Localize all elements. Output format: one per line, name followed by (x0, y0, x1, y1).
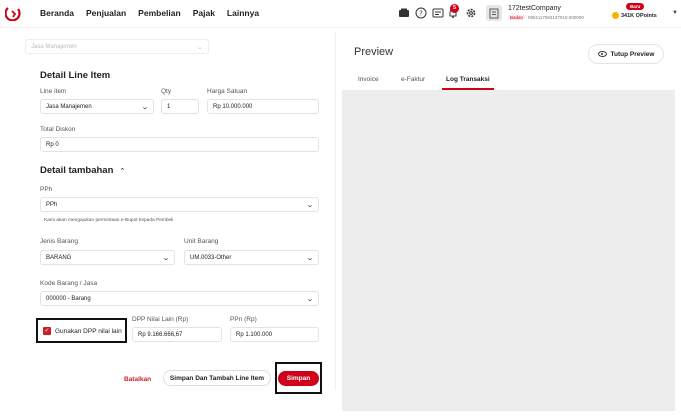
wallet-icon[interactable] (398, 7, 410, 19)
kode-barang-select[interactable]: 000000 - Barang ⌄ (40, 291, 319, 306)
nav-pajak[interactable]: Pajak (193, 8, 215, 18)
detail-tambahan-toggle[interactable]: Detail tambahan ⌃ (40, 165, 125, 176)
dpp-nilai-lain-checkbox-label[interactable]: Gunakan DPP nilai lain (55, 328, 122, 335)
detail-line-item-heading: Detail Line Item (40, 70, 111, 81)
top-navbar: Beranda Penjualan Pembelian Pajak Lainny… (0, 0, 681, 28)
qty-input[interactable]: 1 (161, 99, 199, 114)
previous-item-value: Jasa Manajemen (31, 43, 77, 50)
line-item-select[interactable]: Jasa Manajemen ⌄ (40, 99, 154, 114)
dpp-nilai-lain-input[interactable]: Rp 9.166.666,67 (132, 327, 222, 342)
app-logo-icon[interactable] (5, 5, 21, 21)
unit-barang-select[interactable]: UM.0033-Other ⌄ (184, 250, 319, 265)
cancel-button[interactable]: Batalkan (124, 376, 151, 383)
ppn-label: PPn (Rp) (230, 316, 257, 323)
save-and-add-button[interactable]: Simpan Dan Tambah Line Item (163, 370, 271, 386)
unit-barang-value: UM.0033-Other (190, 254, 232, 261)
detail-tambahan-heading: Detail tambahan (40, 165, 114, 176)
total-diskon-input[interactable]: Rp 0 (40, 137, 319, 152)
dpp-nilai-lain-value: Rp 9.166.666,67 (138, 331, 183, 338)
notification-badge: 5 (450, 4, 459, 13)
coin-icon (612, 12, 619, 19)
close-preview-label: Tutup Preview (610, 50, 655, 58)
chevron-down-icon: ⌄ (141, 103, 149, 111)
dpp-nilai-lain-label: DPP Nilai Lain (Rp) (132, 316, 189, 323)
line-item-value: Jasa Manajemen (46, 103, 92, 110)
company-type-tag: Badan (508, 15, 526, 20)
chevron-up-icon: ⌃ (119, 167, 126, 175)
total-diskon-label: Total Diskon (40, 126, 76, 133)
unit-barang-label: Unit Barang (184, 238, 219, 245)
opoints-display[interactable]: 341K OPoints (612, 12, 657, 19)
ppn-input[interactable]: Rp 1.100.000 (230, 327, 319, 342)
nav-penjualan[interactable]: Penjualan (86, 8, 126, 18)
chevron-down-icon: ⌄ (306, 295, 314, 303)
jenis-barang-select[interactable]: BARANG ⌄ (40, 250, 175, 265)
chevron-down-icon: ⌄ (306, 201, 314, 209)
qty-label: Qty (161, 88, 172, 95)
kode-barang-value: 000000 - Barang (46, 295, 91, 302)
pph-note: Kami akan mengajukan permintaan e-Bupot … (44, 218, 174, 223)
opoints-label: 341K OPoints (621, 12, 657, 19)
preview-content-area (342, 90, 675, 411)
company-subinfo: Badan 0951117993137010-000000 (508, 15, 584, 20)
qty-value: 1 (167, 103, 171, 110)
jenis-barang-value: BARANG (46, 254, 72, 261)
save-button[interactable]: Simpan (278, 371, 319, 386)
document-icon[interactable] (432, 7, 444, 19)
nav-beranda[interactable]: Beranda (40, 8, 74, 18)
company-name[interactable]: 172testCompany (508, 5, 561, 12)
preview-title: Preview (354, 46, 394, 58)
jenis-barang-label: Jenis Barang (40, 238, 78, 245)
gear-icon[interactable] (465, 7, 477, 19)
tab-efaktur[interactable]: e-Faktur (401, 76, 425, 83)
ppn-value: Rp 1.100.000 (236, 331, 273, 338)
pph-select[interactable]: PPh ⌄ (40, 197, 319, 212)
pph-value: PPh (46, 201, 58, 208)
nav-pembelian[interactable]: Pembelian (138, 8, 181, 18)
account-dropdown-icon[interactable]: ▼ (672, 10, 678, 16)
tab-log-transaksi[interactable]: Log Transaksi (446, 76, 490, 83)
pph-label: PPh (40, 186, 53, 193)
chevron-down-icon: ⌄ (196, 43, 204, 51)
help-icon[interactable]: ? (415, 7, 427, 19)
svg-text:?: ? (419, 10, 423, 18)
dpp-nilai-lain-checkbox[interactable]: ✓ (43, 327, 51, 335)
new-badge: Baru (626, 3, 645, 10)
nav-lainnya[interactable]: Lainnya (227, 8, 259, 18)
close-preview-button[interactable]: Tutup Preview (588, 44, 664, 64)
kode-barang-label: Kode Barang / Jasa (40, 280, 98, 287)
eye-icon (597, 51, 607, 57)
line-item-label: Line item (40, 88, 67, 95)
tab-invoice[interactable]: Invoice (358, 76, 379, 83)
previous-item-select[interactable]: Jasa Manajemen ⌄ (25, 39, 209, 54)
company-building-icon[interactable] (486, 5, 502, 21)
chevron-down-icon: ⌄ (162, 254, 170, 262)
harga-satuan-value: Rp 10.000.000 (213, 103, 253, 110)
main-nav: Beranda Penjualan Pembelian Pajak Lainny… (40, 8, 259, 18)
chevron-down-icon: ⌄ (306, 254, 314, 262)
harga-satuan-label: Harga Satuan (207, 88, 248, 95)
company-npwp: 0951117993137010-000000 (528, 15, 584, 20)
harga-satuan-input[interactable]: Rp 10.000.000 (207, 99, 319, 114)
total-diskon-value: Rp 0 (46, 141, 59, 148)
